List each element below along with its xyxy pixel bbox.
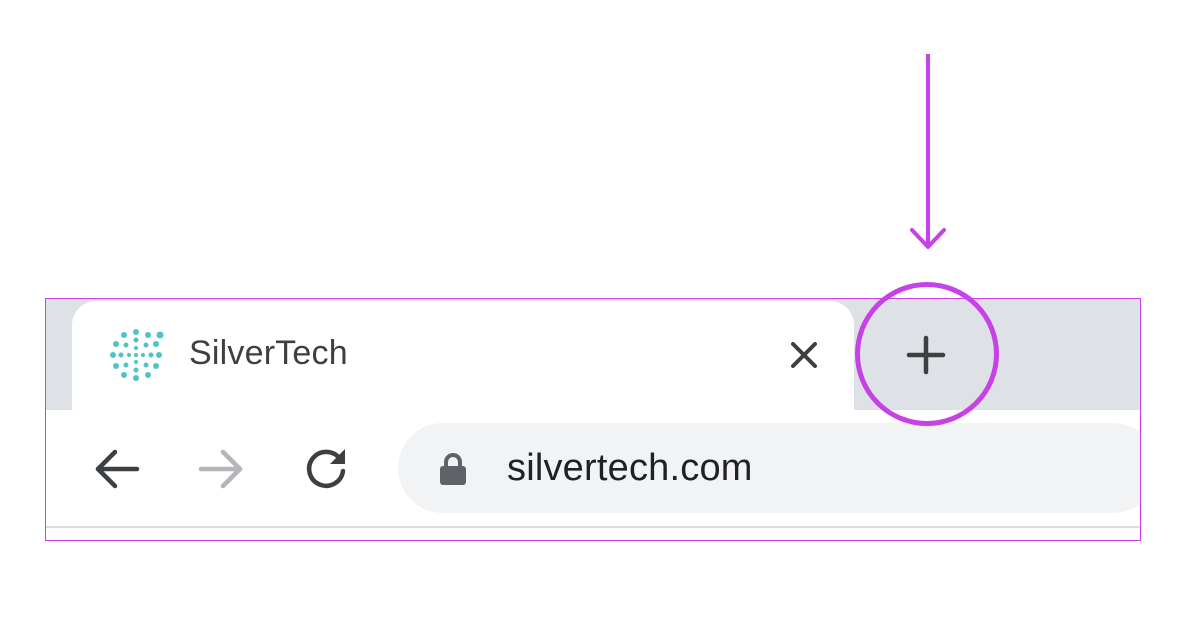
back-button[interactable] [87,439,147,499]
tab-title: SilverTech [189,334,348,372]
plus-icon [906,335,946,375]
tab-close-button[interactable] [782,333,826,377]
reload-icon [306,449,346,489]
arrow-left-icon [95,449,140,489]
new-tab-button[interactable] [898,327,954,383]
silvertech-logo-icon [110,329,164,381]
forward-button [191,439,251,499]
close-icon [791,342,817,368]
tab-strip: SilverTech [46,299,1140,416]
tab-silvertech[interactable]: SilverTech [72,301,854,416]
lock-icon [440,453,466,485]
toolbar: silvertech.com [46,410,1140,528]
url-text[interactable]: silvertech.com [507,447,753,490]
address-bar[interactable]: silvertech.com [398,423,1140,513]
browser-window: SilverTech silvertech.com [45,298,1141,541]
annotation-arrow-icon [910,54,946,249]
toolbar-divider [46,526,1140,528]
reload-button[interactable] [296,439,356,499]
arrow-right-icon [198,449,243,489]
tab-strip-edge [46,299,72,410]
